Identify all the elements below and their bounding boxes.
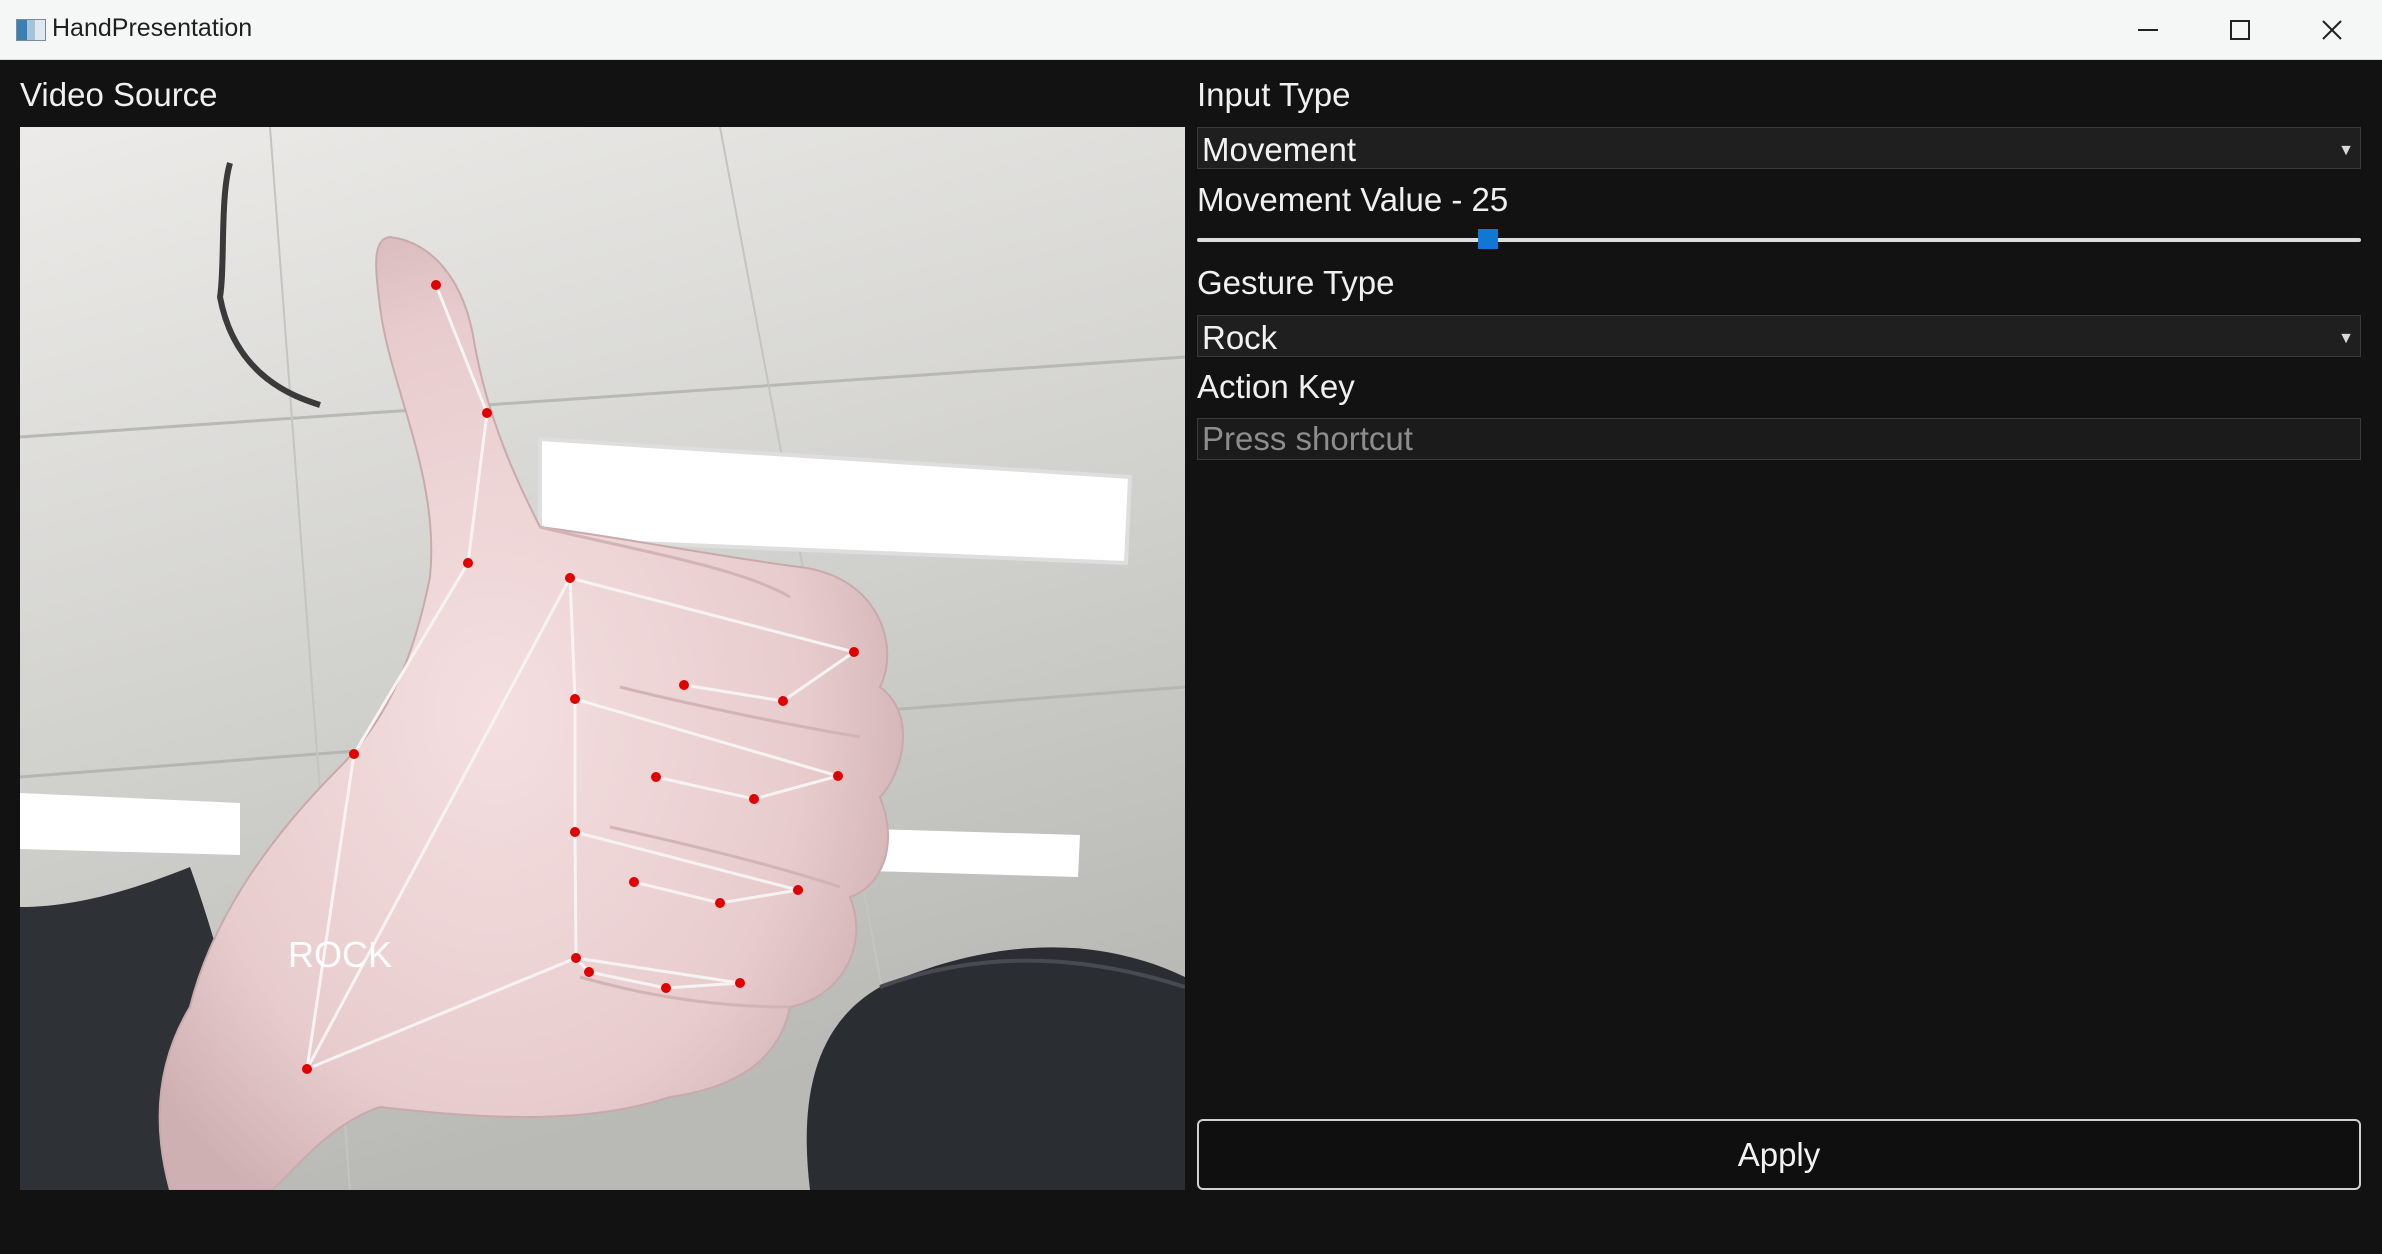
maximize-icon <box>2230 20 2250 40</box>
input-type-dropdown[interactable]: Movement ▼ <box>1197 127 2361 169</box>
action-key-input[interactable] <box>1197 418 2361 460</box>
minimize-icon <box>2138 29 2158 31</box>
maximize-button[interactable] <box>2194 0 2286 59</box>
chevron-down-icon: ▼ <box>2338 330 2354 347</box>
action-key-label: Action Key <box>1197 368 1355 405</box>
gesture-type-dropdown[interactable]: Rock ▼ <box>1197 315 2361 357</box>
slider-track[interactable] <box>1197 238 2361 242</box>
apply-button[interactable]: Apply <box>1197 1119 2361 1190</box>
gesture-type-value: Rock <box>1202 319 1278 356</box>
input-type-value: Movement <box>1202 131 1357 168</box>
movement-slider[interactable] <box>1197 226 2361 256</box>
gesture-overlay-label: ROCK <box>288 934 392 975</box>
camera-frame: ROCK <box>20 127 1185 1190</box>
app-icon <box>16 19 46 41</box>
close-icon <box>2322 20 2342 40</box>
slider-thumb[interactable] <box>1478 229 1498 249</box>
input-type-label: Input Type <box>1197 76 1351 113</box>
video-source-label: Video Source <box>20 76 218 113</box>
chevron-down-icon: ▼ <box>2338 142 2354 159</box>
close-button[interactable] <box>2286 0 2378 59</box>
minimize-button[interactable] <box>2102 0 2194 59</box>
window-title: HandPresentation <box>52 14 253 42</box>
video-feed: ROCK <box>20 127 1185 1190</box>
gesture-type-label: Gesture Type <box>1197 264 1395 301</box>
window-title-bar[interactable]: HandPresentation <box>0 0 2382 60</box>
movement-value-label: Movement Value - 25 <box>1197 181 1509 218</box>
